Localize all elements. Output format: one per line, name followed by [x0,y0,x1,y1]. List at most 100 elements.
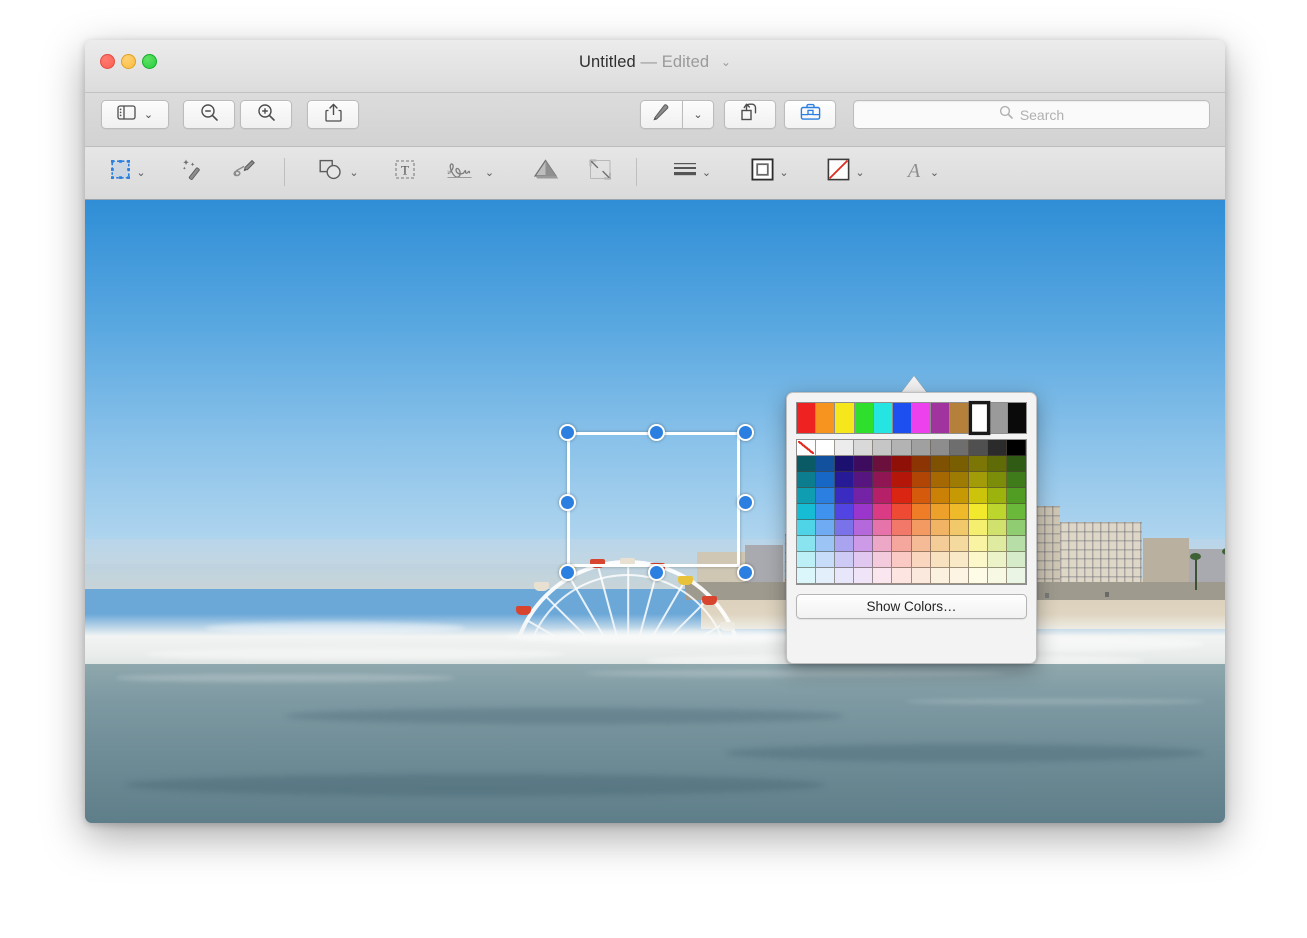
color-grid[interactable] [796,439,1027,585]
color-swatch-4-9[interactable] [968,520,988,536]
color-swatch-2-3[interactable] [854,488,874,504]
sidebar-view-button[interactable]: ⌄ [101,100,169,129]
chevron-down-icon[interactable]: ⌄ [485,166,494,179]
color-swatch-2-0[interactable] [797,488,817,504]
shape-selection[interactable] [559,424,754,581]
text-style-tool[interactable]: A ⌄ [893,153,949,191]
signature-tool[interactable]: ⌄ [441,153,499,191]
color-swatch-6-5[interactable] [892,552,912,568]
color-swatch-0-11[interactable] [1006,456,1026,472]
color-swatch-6-10[interactable] [987,552,1007,568]
grayscale-swatch-6[interactable] [911,440,931,456]
color-swatch-0-10[interactable] [987,456,1007,472]
color-swatch-0-2[interactable] [835,456,855,472]
color-swatch-4-2[interactable] [835,520,855,536]
color-swatch-3-6[interactable] [911,504,931,520]
primary-swatch-10[interactable] [988,403,1008,433]
grayscale-swatch-4[interactable] [873,440,893,456]
color-swatch-6-3[interactable] [854,552,874,568]
color-swatch-4-10[interactable] [987,520,1007,536]
color-swatch-4-11[interactable] [1006,520,1026,536]
grayscale-swatch-7[interactable] [930,440,950,456]
color-swatch-1-4[interactable] [873,472,893,488]
primary-swatch-5[interactable] [892,403,913,433]
color-swatch-7-2[interactable] [835,568,855,584]
color-swatch-1-11[interactable] [1006,472,1026,488]
color-swatch-6-4[interactable] [873,552,893,568]
color-swatch-7-8[interactable] [949,568,969,584]
primary-swatch-1[interactable] [816,403,836,433]
chevron-down-icon[interactable]: ⌄ [779,166,788,179]
grayscale-swatch-10[interactable] [987,440,1007,456]
color-swatch-2-8[interactable] [949,488,969,504]
grayscale-swatch-0[interactable] [797,440,817,456]
color-swatch-7-0[interactable] [797,568,817,584]
color-swatch-0-7[interactable] [930,456,950,472]
grayscale-swatch-11[interactable] [1006,440,1026,456]
zoom-in-button[interactable] [240,100,292,129]
color-swatch-3-11[interactable] [1006,504,1026,520]
grayscale-swatch-5[interactable] [892,440,912,456]
chevron-down-icon[interactable]: ⌄ [721,55,731,69]
color-swatch-1-6[interactable] [911,472,931,488]
color-swatch-2-5[interactable] [892,488,912,504]
color-swatch-6-6[interactable] [911,552,931,568]
chevron-down-icon[interactable]: ⌄ [144,108,153,121]
color-swatch-2-9[interactable] [968,488,988,504]
sketch-tool[interactable] [227,153,261,191]
color-swatch-3-8[interactable] [949,504,969,520]
adjust-color-tool[interactable] [528,153,564,191]
chevron-down-icon[interactable]: ⌄ [136,166,145,179]
markup-toolbar-toggle[interactable] [784,100,836,129]
border-color-tool[interactable]: ⌄ [741,153,799,191]
primary-swatch-8[interactable] [950,403,970,433]
primary-color-swatches[interactable] [796,400,1027,436]
fill-color-popover[interactable]: Show Colors… [786,392,1037,664]
color-swatch-7-5[interactable] [892,568,912,584]
grayscale-swatch-1[interactable] [816,440,836,456]
color-swatch-5-6[interactable] [911,536,931,552]
color-swatch-2-1[interactable] [816,488,836,504]
color-swatch-2-10[interactable] [987,488,1007,504]
chevron-down-icon[interactable]: ⌄ [693,108,702,121]
instant-alpha-tool[interactable] [175,153,209,191]
color-swatch-7-1[interactable] [816,568,836,584]
color-swatch-3-0[interactable] [797,504,817,520]
color-swatch-5-5[interactable] [892,536,912,552]
color-swatch-7-6[interactable] [911,568,931,584]
color-swatch-3-3[interactable] [854,504,874,520]
color-swatch-5-8[interactable] [949,536,969,552]
grayscale-swatch-8[interactable] [949,440,969,456]
color-swatch-5-3[interactable] [854,536,874,552]
grayscale-swatch-2[interactable] [835,440,855,456]
color-swatch-5-4[interactable] [873,536,893,552]
highlight-button[interactable] [640,100,682,129]
color-swatch-7-11[interactable] [1006,568,1026,584]
selection-tool[interactable]: ⌄ [101,153,155,191]
primary-swatch-3[interactable] [854,403,874,433]
color-swatch-4-4[interactable] [873,520,893,536]
color-swatch-2-2[interactable] [835,488,855,504]
chevron-down-icon[interactable]: ⌄ [349,166,358,179]
color-swatch-4-0[interactable] [797,520,817,536]
rotate-button[interactable] [724,100,776,129]
color-swatch-7-7[interactable] [930,568,950,584]
color-swatch-2-4[interactable] [873,488,893,504]
grayscale-swatch-9[interactable] [968,440,988,456]
color-swatch-7-4[interactable] [873,568,893,584]
color-swatch-3-7[interactable] [930,504,950,520]
color-swatch-1-8[interactable] [949,472,969,488]
primary-swatch-2[interactable] [835,403,855,433]
color-swatch-6-2[interactable] [835,552,855,568]
adjust-size-tool[interactable] [582,153,618,191]
color-swatch-0-9[interactable] [968,456,988,472]
color-swatch-0-4[interactable] [873,456,893,472]
color-swatch-1-5[interactable] [892,472,912,488]
color-swatch-0-8[interactable] [949,456,969,472]
text-tool[interactable]: T [388,153,422,191]
color-swatch-5-10[interactable] [987,536,1007,552]
chevron-down-icon[interactable]: ⌄ [702,166,711,179]
color-swatch-0-1[interactable] [816,456,836,472]
color-swatch-2-11[interactable] [1006,488,1026,504]
color-swatch-6-7[interactable] [930,552,950,568]
